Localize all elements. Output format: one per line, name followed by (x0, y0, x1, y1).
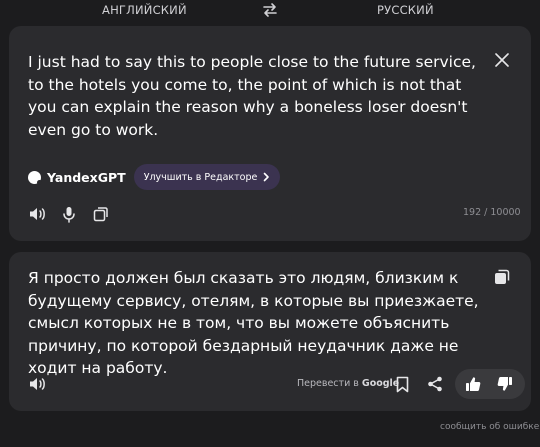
translate-in-google-link[interactable]: Перевести в Google (297, 378, 399, 389)
copy-icon[interactable] (91, 204, 111, 224)
swap-icon[interactable] (262, 2, 278, 18)
character-counter: 192 / 10000 (463, 207, 521, 218)
copy-icon[interactable] (493, 268, 511, 286)
speaker-icon[interactable] (28, 374, 48, 394)
close-icon[interactable] (494, 52, 510, 68)
source-panel: I just had to say this to people close t… (9, 26, 531, 241)
target-language-button[interactable]: РУССКИЙ (377, 3, 434, 17)
google-link-prefix: Перевести в (297, 378, 362, 389)
chevron-right-icon (263, 172, 270, 182)
speaker-icon[interactable] (28, 204, 48, 224)
bookmark-icon[interactable] (392, 374, 412, 394)
translation-panel: Я просто должен был сказать это людям, б… (9, 252, 531, 411)
source-language-button[interactable]: АНГЛИЙСКИЙ (102, 3, 187, 17)
source-text-input[interactable]: I just had to say this to people close t… (28, 51, 488, 141)
thumbs-up-icon[interactable] (463, 374, 483, 394)
thumbs-down-icon[interactable] (495, 374, 515, 394)
language-bar: АНГЛИЙСКИЙ РУССКИЙ (0, 0, 540, 22)
improve-in-editor-button[interactable]: Улучшить в Редакторе (133, 164, 281, 190)
improve-in-editor-label: Улучшить в Редакторе (143, 171, 258, 183)
microphone-icon[interactable] (59, 204, 79, 224)
yandexgpt-row: YandexGPT Улучшить в Редакторе (28, 164, 281, 190)
yandexgpt-logo-icon (28, 170, 42, 185)
feedback-controls (455, 369, 525, 399)
yandexgpt-label: YandexGPT (47, 169, 126, 185)
share-icon[interactable] (425, 374, 445, 394)
translation-text: Я просто должен был сказать это людям, б… (28, 269, 479, 377)
report-error-link[interactable]: сообщить об ошибке (440, 422, 539, 432)
